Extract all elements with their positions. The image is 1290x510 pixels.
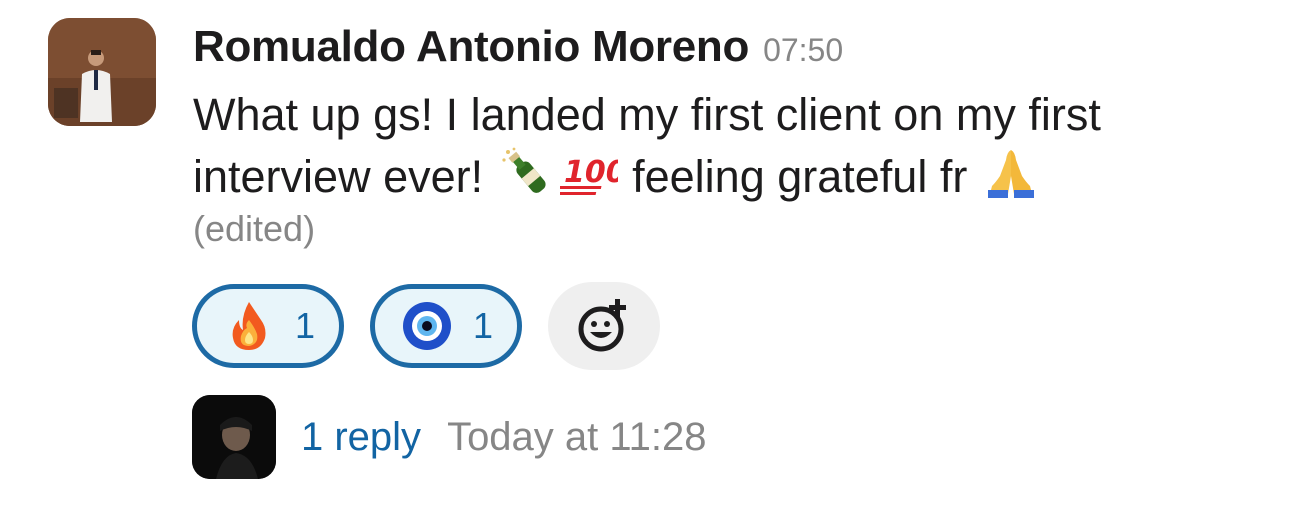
- reactions-bar: 1 1: [192, 282, 661, 370]
- bottle-with-popping-cork-icon: [498, 146, 556, 198]
- reaction-fire-count: 1: [295, 305, 316, 346]
- svg-text:100: 100: [564, 155, 618, 190]
- author-avatar[interactable]: [48, 18, 156, 126]
- folded-hands-icon: [982, 146, 1040, 198]
- replier-avatar-photo: [192, 395, 276, 479]
- edited-label: (edited): [193, 208, 316, 249]
- message-header: Romualdo Antonio Moreno 07:50: [193, 22, 843, 78]
- last-reply-time: Today at 11:28: [447, 414, 707, 459]
- replier-avatar[interactable]: [192, 395, 276, 479]
- hundred-points-icon: 100: [551, 146, 626, 198]
- message-text-part-2: feeling grateful fr: [619, 151, 980, 202]
- message-container: Romualdo Antonio Moreno 07:50 What up gs…: [0, 0, 1290, 510]
- thread-summary: 1 reply Today at 11:28: [192, 394, 707, 480]
- add-reaction-icon: [578, 299, 627, 352]
- message-timestamp[interactable]: 07:50: [763, 32, 843, 69]
- nazar-amulet-icon: [403, 302, 452, 350]
- reaction-nazar-count: 1: [473, 305, 494, 346]
- reaction-nazar-amulet[interactable]: 1: [370, 284, 523, 368]
- author-avatar-photo: [48, 18, 156, 126]
- fire-icon: [232, 302, 266, 350]
- add-reaction-button[interactable]: [548, 282, 661, 370]
- reaction-fire[interactable]: 1: [192, 284, 345, 368]
- reply-count-link[interactable]: 1 reply: [301, 415, 421, 460]
- author-name[interactable]: Romualdo Antonio Moreno: [193, 22, 749, 72]
- message-text: What up gs! I landed my first client on …: [193, 84, 1253, 208]
